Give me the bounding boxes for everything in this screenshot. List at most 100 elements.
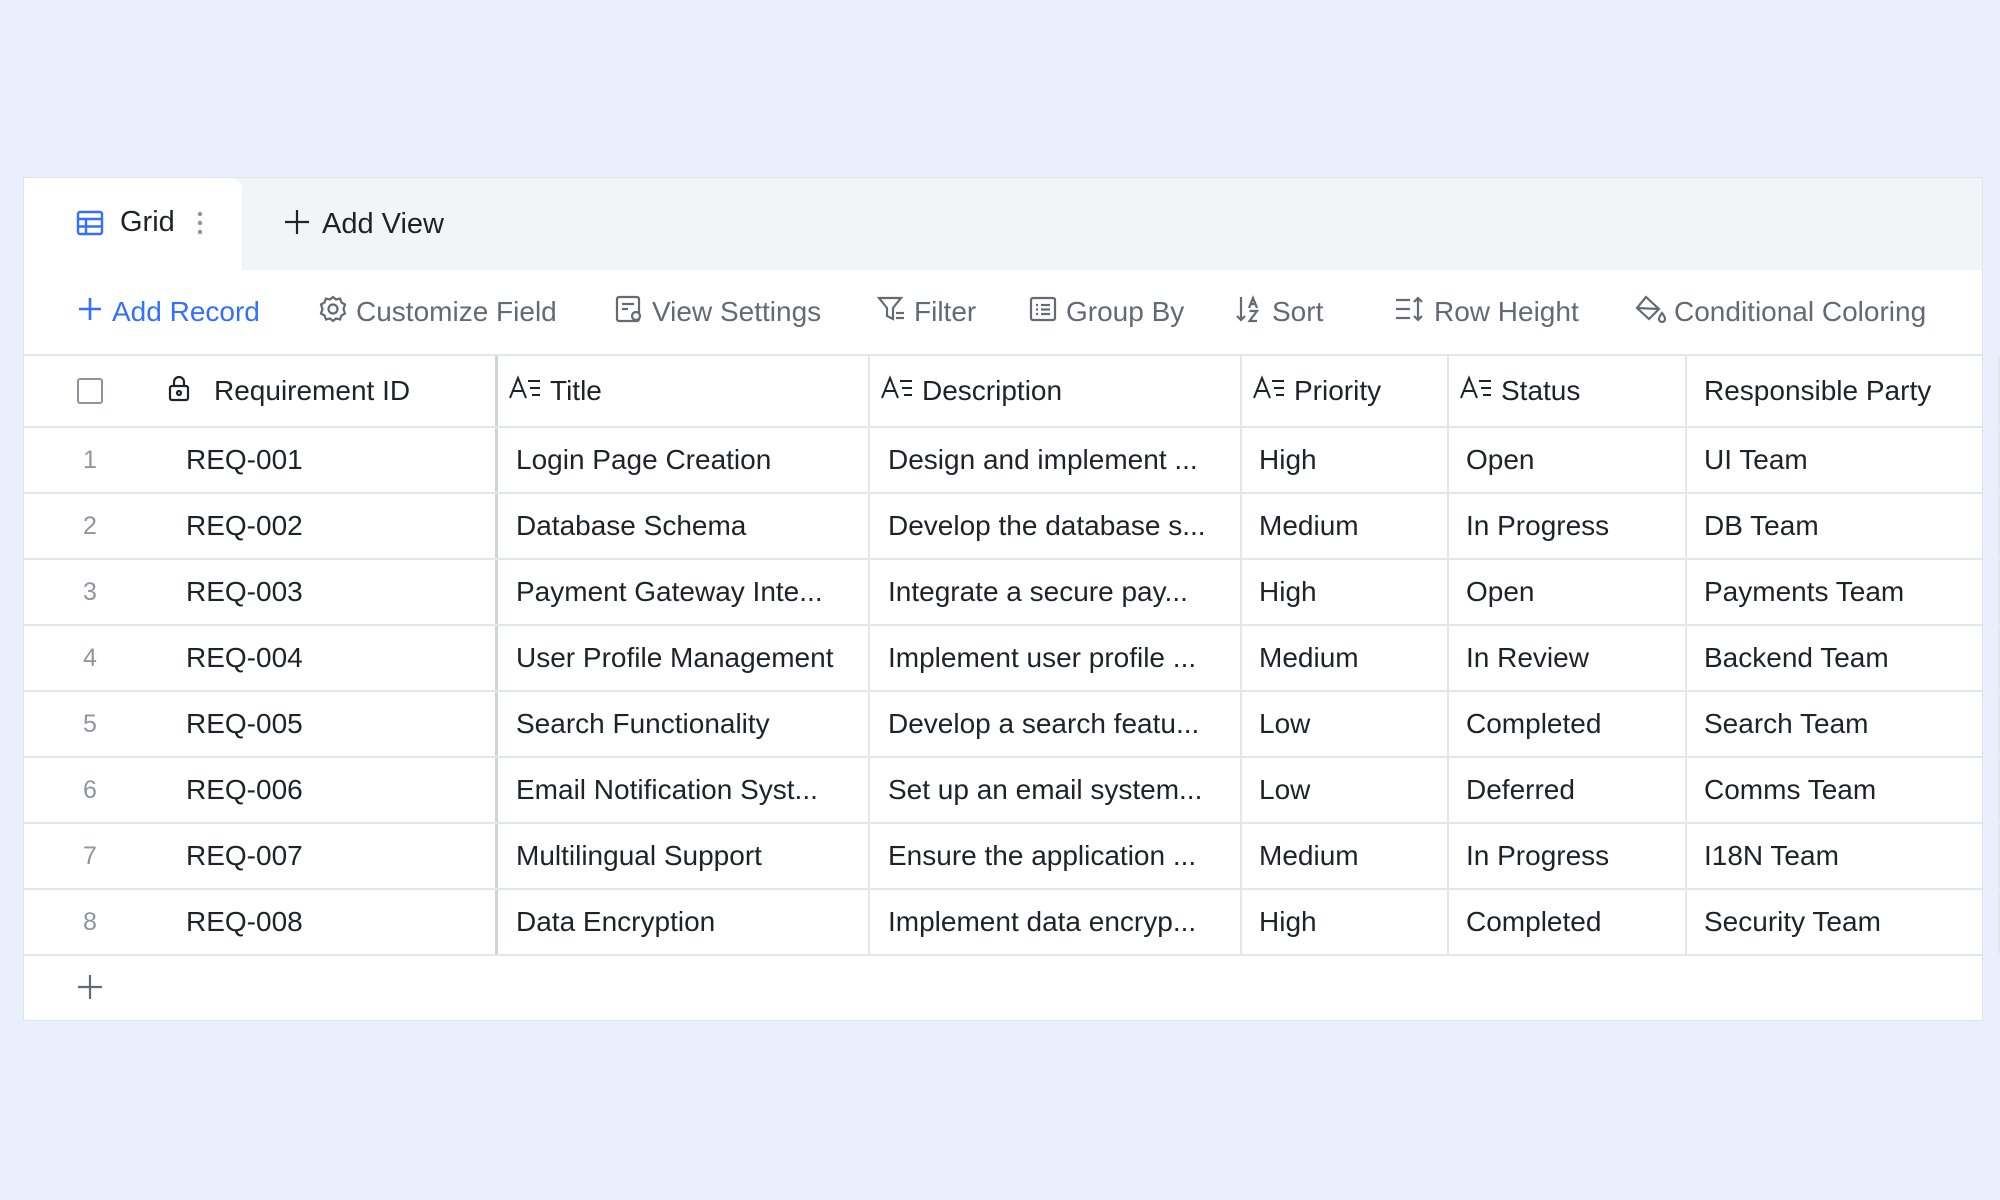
cell-description[interactable]: Develop the database s... xyxy=(870,494,1242,558)
cell-description[interactable]: Develop a search featu... xyxy=(870,692,1242,756)
grid-view-panel: Grid Add View Add Record Customize Field… xyxy=(24,178,2000,1022)
cell-description[interactable]: Ensure the application ... xyxy=(870,824,1242,888)
row-index: 2 xyxy=(83,511,97,540)
sort-button[interactable]: Sort xyxy=(1234,270,1323,354)
cell-responsible-party[interactable]: DB Team xyxy=(1687,494,2000,558)
cell-title[interactable]: Data Encryption xyxy=(498,890,870,954)
cell-status[interactable]: In Progress xyxy=(1449,494,1687,558)
cell-status[interactable]: Deferred xyxy=(1449,758,1687,822)
cell-requirement-id[interactable]: REQ-003 xyxy=(156,560,498,624)
cell-priority[interactable]: High xyxy=(1242,428,1449,492)
cell-status[interactable]: Open xyxy=(1449,560,1687,624)
customize-field-button[interactable]: Customize Field xyxy=(318,270,557,354)
row-index: 8 xyxy=(83,907,97,936)
cell-title[interactable]: Payment Gateway Inte... xyxy=(498,560,870,624)
table-row[interactable]: 8 REQ-008 Data Encryption Implement data… xyxy=(24,890,2000,956)
view-settings-label: View Settings xyxy=(652,296,822,327)
cell-title[interactable]: Database Schema xyxy=(498,494,870,558)
paint-bucket-icon xyxy=(1634,294,1674,331)
cell-title[interactable]: Email Notification Syst... xyxy=(498,758,870,822)
cell-responsible-party[interactable]: I18N Team xyxy=(1687,824,2000,888)
cell-priority[interactable]: Medium xyxy=(1242,824,1449,888)
plus-icon xyxy=(76,295,112,330)
select-all-cell[interactable] xyxy=(24,356,156,426)
cell-responsible-party[interactable]: UI Team xyxy=(1687,428,2000,492)
tab-grid[interactable]: Grid xyxy=(24,178,242,270)
conditional-coloring-button[interactable]: Conditional Coloring xyxy=(1634,270,1926,354)
select-all-checkbox[interactable] xyxy=(77,378,103,404)
text-field-icon xyxy=(880,374,922,409)
cell-priority[interactable]: Medium xyxy=(1242,494,1449,558)
row-height-label: Row Height xyxy=(1434,296,1579,327)
row-height-button[interactable]: Row Height xyxy=(1394,270,1579,354)
cell-title[interactable]: Search Functionality xyxy=(498,692,870,756)
cell-responsible-party[interactable]: Payments Team xyxy=(1687,560,2000,624)
cell-title[interactable]: Multilingual Support xyxy=(498,824,870,888)
add-row-bar xyxy=(24,956,1982,1022)
group-by-button[interactable]: Group By xyxy=(1028,270,1184,354)
cell-description[interactable]: Set up an email system... xyxy=(870,758,1242,822)
cell-description[interactable]: Implement data encryp... xyxy=(870,890,1242,954)
cell-requirement-id[interactable]: REQ-004 xyxy=(156,626,498,690)
group-list-icon xyxy=(1028,294,1066,331)
table-row[interactable]: 4 REQ-004 User Profile Management Implem… xyxy=(24,626,2000,692)
cell-status[interactable]: In Progress xyxy=(1449,824,1687,888)
row-index: 1 xyxy=(83,445,97,474)
row-height-icon xyxy=(1394,294,1434,331)
cell-status[interactable]: Open xyxy=(1449,428,1687,492)
column-label-requirement-id: Requirement ID xyxy=(214,375,411,406)
cell-requirement-id[interactable]: REQ-005 xyxy=(156,692,498,756)
lock-icon xyxy=(164,373,202,410)
cell-responsible-party[interactable]: Backend Team xyxy=(1687,626,2000,690)
cell-priority[interactable]: High xyxy=(1242,560,1449,624)
add-record-button[interactable]: Add Record xyxy=(76,270,260,354)
cell-requirement-id[interactable]: REQ-006 xyxy=(156,758,498,822)
tab-grid-label: Grid xyxy=(120,206,175,238)
table-row[interactable]: 6 REQ-006 Email Notification Syst... Set… xyxy=(24,758,2000,824)
add-view-label: Add View xyxy=(322,207,444,240)
table-row[interactable]: 1 REQ-001 Login Page Creation Design and… xyxy=(24,428,2000,494)
add-record-label: Add Record xyxy=(112,296,260,327)
gear-icon xyxy=(318,294,356,331)
cell-title[interactable]: Login Page Creation xyxy=(498,428,870,492)
table-row[interactable]: 5 REQ-005 Search Functionality Develop a… xyxy=(24,692,2000,758)
add-row-button[interactable] xyxy=(24,956,156,1022)
add-view-button[interactable]: Add View xyxy=(282,202,444,246)
column-header-priority[interactable]: Priority xyxy=(1242,356,1449,426)
column-header-title[interactable]: Title xyxy=(498,356,870,426)
cell-priority[interactable]: Low xyxy=(1242,692,1449,756)
view-settings-button[interactable]: View Settings xyxy=(614,270,821,354)
cell-priority[interactable]: Low xyxy=(1242,758,1449,822)
cell-status[interactable]: Completed xyxy=(1449,890,1687,954)
table-row[interactable]: 3 REQ-003 Payment Gateway Inte... Integr… xyxy=(24,560,2000,626)
cell-priority[interactable]: Medium xyxy=(1242,626,1449,690)
row-index: 3 xyxy=(83,577,97,606)
group-by-label: Group By xyxy=(1066,296,1185,327)
cell-responsible-party[interactable]: Search Team xyxy=(1687,692,2000,756)
cell-description[interactable]: Integrate a secure pay... xyxy=(870,560,1242,624)
plus-icon xyxy=(282,207,312,242)
cell-responsible-party[interactable]: Comms Team xyxy=(1687,758,2000,822)
cell-requirement-id[interactable]: REQ-007 xyxy=(156,824,498,888)
cell-responsible-party[interactable]: Security Team xyxy=(1687,890,2000,954)
cell-title[interactable]: User Profile Management xyxy=(498,626,870,690)
cell-requirement-id[interactable]: REQ-008 xyxy=(156,890,498,954)
cell-status[interactable]: Completed xyxy=(1449,692,1687,756)
table-row[interactable]: 7 REQ-007 Multilingual Support Ensure th… xyxy=(24,824,2000,890)
text-field-icon xyxy=(508,374,550,409)
column-header-requirement-id[interactable]: Requirement ID xyxy=(156,356,498,426)
cell-status[interactable]: In Review xyxy=(1449,626,1687,690)
filter-button[interactable]: Filter xyxy=(876,270,976,354)
table-row[interactable]: 2 REQ-002 Database Schema Develop the da… xyxy=(24,494,2000,560)
cell-description[interactable]: Design and implement ... xyxy=(870,428,1242,492)
cell-requirement-id[interactable]: REQ-001 xyxy=(156,428,498,492)
cell-priority[interactable]: High xyxy=(1242,890,1449,954)
row-index: 6 xyxy=(83,775,97,804)
column-header-status[interactable]: Status xyxy=(1449,356,1687,426)
more-vertical-icon[interactable] xyxy=(196,209,204,242)
column-header-description[interactable]: Description xyxy=(870,356,1242,426)
cell-description[interactable]: Implement user profile ... xyxy=(870,626,1242,690)
cell-requirement-id[interactable]: REQ-002 xyxy=(156,494,498,558)
column-header-responsible-party[interactable]: Responsible Party xyxy=(1687,356,2000,426)
column-label-description: Description xyxy=(922,375,1063,406)
